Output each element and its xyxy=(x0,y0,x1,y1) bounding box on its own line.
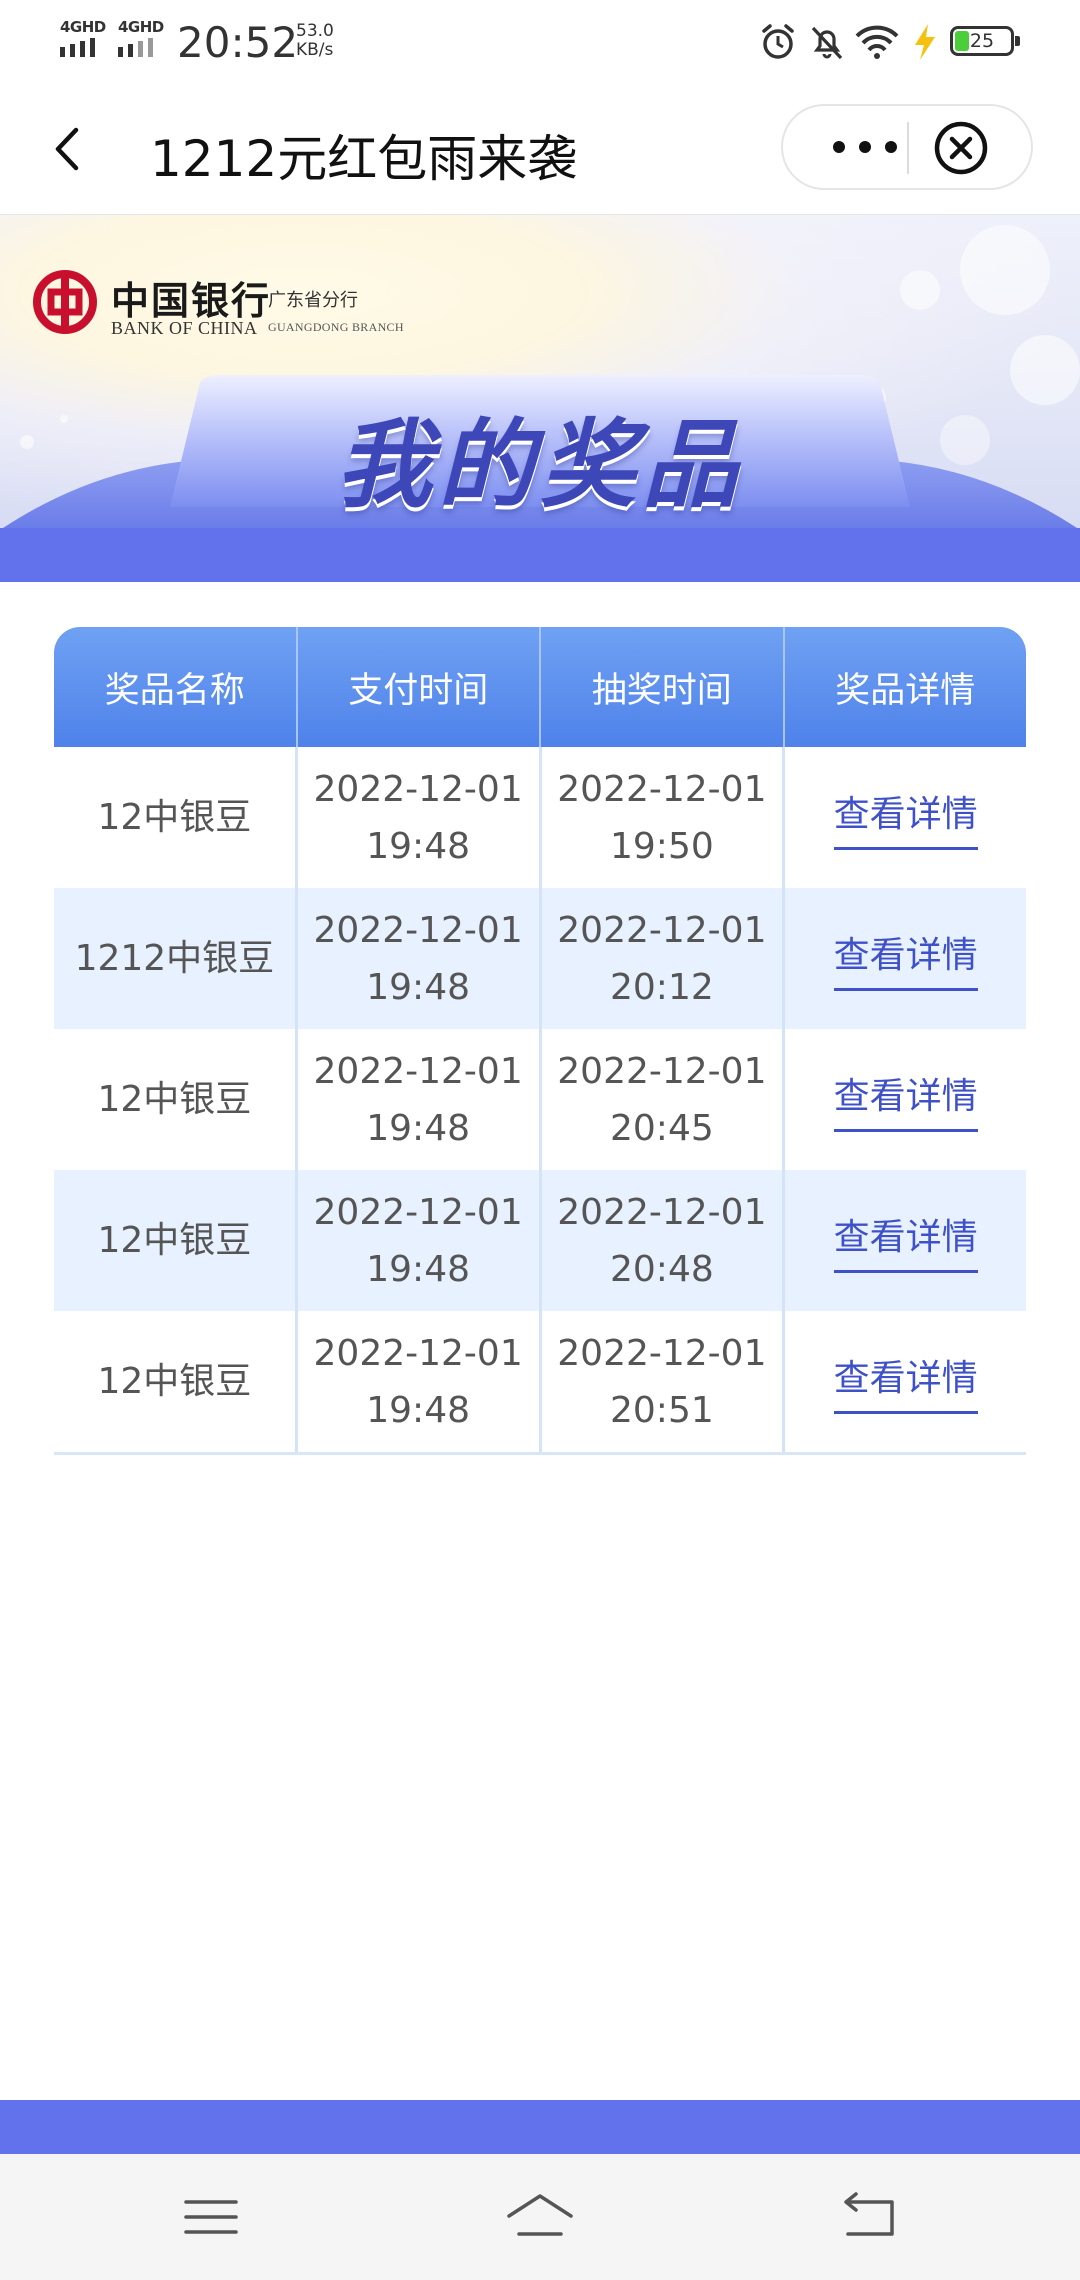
pay-date: 2022-12-01 xyxy=(313,909,523,951)
bank-name-en: BANK OF CHINA xyxy=(111,318,258,338)
detail-cell: 查看详情 xyxy=(785,747,1026,888)
pay-time: 2022-12-01 19:48 xyxy=(298,1170,542,1311)
table-row: 12中银豆 2022-12-01 19:48 2022-12-01 20:45 … xyxy=(54,1029,1026,1170)
header-prize-detail: 奖品详情 xyxy=(835,670,976,711)
signal-bars-icon xyxy=(60,38,95,57)
bank-of-china-logo: 中国银行 BANK OF CHINA 广东省分行 GUANGDONG BRANC… xyxy=(33,270,413,350)
more-dots-icon[interactable] xyxy=(825,132,905,162)
draw-date: 2022-12-01 xyxy=(557,768,767,810)
view-detail-link[interactable]: 查看详情 xyxy=(833,1068,978,1132)
nav-bar: 1212元红包雨来袭 xyxy=(0,86,1080,215)
header-prize-name: 奖品名称 xyxy=(54,627,298,747)
pay-time: 2022-12-01 19:48 xyxy=(298,1029,542,1170)
speed-unit: KB/s xyxy=(296,40,334,60)
draw-time: 2022-12-01 20:48 xyxy=(542,1170,786,1311)
network-type-1: 4GHD xyxy=(60,18,106,36)
back-arrow-icon[interactable] xyxy=(834,2182,904,2252)
network-type-2: 4GHD xyxy=(118,18,164,36)
table-row: 1212中银豆 2022-12-01 19:48 2022-12-01 20:1… xyxy=(54,888,1026,1029)
table-header: 奖品名称 支付时间 抽奖时间 奖品详情 xyxy=(54,627,1026,747)
draw-date: 2022-12-01 xyxy=(557,1332,767,1374)
view-detail-link[interactable]: 查看详情 xyxy=(833,1209,978,1273)
pay-date: 2022-12-01 xyxy=(313,768,523,810)
pay-clock: 19:48 xyxy=(366,966,470,1008)
pay-clock: 19:48 xyxy=(366,1389,470,1431)
mute-bell-icon xyxy=(811,26,843,60)
draw-time: 2022-12-01 20:12 xyxy=(542,888,786,1029)
draw-date: 2022-12-01 xyxy=(557,1191,767,1233)
home-icon[interactable] xyxy=(505,2182,575,2252)
pay-clock: 19:48 xyxy=(366,825,470,867)
system-nav-bar xyxy=(0,2154,1080,2280)
battery-icon: 25 xyxy=(950,26,1020,56)
draw-clock: 20:45 xyxy=(610,1107,714,1149)
accent-band-bottom xyxy=(0,2100,1080,2154)
detail-cell: 查看详情 xyxy=(785,888,1026,1029)
speed-value: 53.0 xyxy=(296,21,334,41)
banner-title: 我的奖品 xyxy=(336,409,744,521)
draw-clock: 20:48 xyxy=(610,1248,714,1290)
prize-table: 奖品名称 支付时间 抽奖时间 奖品详情 12中银豆 2022-12-01 19:… xyxy=(54,627,1026,1455)
prize-banner: 中国银行 BANK OF CHINA 广东省分行 GUANGDONG BRANC… xyxy=(0,215,1080,528)
bank-name-cn: 中国银行 xyxy=(111,278,272,323)
back-chevron-icon[interactable] xyxy=(40,116,100,182)
close-circle-icon[interactable] xyxy=(933,120,989,176)
boc-emblem-icon xyxy=(33,270,97,334)
pay-date: 2022-12-01 xyxy=(313,1332,523,1374)
draw-time: 2022-12-01 20:45 xyxy=(542,1029,786,1170)
pay-time: 2022-12-01 19:48 xyxy=(298,747,542,888)
pay-clock: 19:48 xyxy=(366,1248,470,1290)
view-detail-link[interactable]: 查看详情 xyxy=(833,1350,978,1414)
wifi-icon xyxy=(855,25,899,59)
draw-clock: 20:51 xyxy=(610,1389,714,1431)
page-title: 1212元红包雨来袭 xyxy=(150,130,578,188)
alarm-icon xyxy=(762,24,794,59)
draw-time: 2022-12-01 19:50 xyxy=(542,747,786,888)
prize-name: 1212中银豆 xyxy=(54,888,298,1029)
detail-cell: 查看详情 xyxy=(785,1311,1026,1452)
pay-date: 2022-12-01 xyxy=(313,1050,523,1092)
menu-icon[interactable] xyxy=(176,2182,246,2252)
table-row: 12中银豆 2022-12-01 19:48 2022-12-01 20:48 … xyxy=(54,1170,1026,1311)
header-draw-time: 抽奖时间 xyxy=(541,627,785,747)
accent-band-top xyxy=(0,528,1080,582)
draw-date: 2022-12-01 xyxy=(557,1050,767,1092)
clock: 20:52 xyxy=(177,18,299,67)
header-pay-time: 支付时间 xyxy=(298,627,541,747)
pay-clock: 19:48 xyxy=(366,1107,470,1149)
draw-time: 2022-12-01 20:51 xyxy=(542,1311,786,1452)
mini-program-capsule xyxy=(781,104,1033,190)
battery-level: 25 xyxy=(969,30,995,52)
draw-date: 2022-12-01 xyxy=(557,909,767,951)
view-detail-link[interactable]: 查看详情 xyxy=(833,786,978,850)
prize-name: 12中银豆 xyxy=(54,747,298,888)
prize-name: 12中银豆 xyxy=(54,1029,298,1170)
status-bar: 4GHD 4GHD 20:52 53.0 KB/s 25 xyxy=(0,0,1080,86)
charging-bolt-icon xyxy=(915,24,935,60)
detail-cell: 查看详情 xyxy=(785,1029,1026,1170)
pay-time: 2022-12-01 19:48 xyxy=(298,1311,542,1452)
table-row: 12中银豆 2022-12-01 19:48 2022-12-01 20:51 … xyxy=(54,1311,1026,1455)
network-speed: 53.0 KB/s xyxy=(296,22,334,60)
draw-clock: 20:12 xyxy=(610,966,714,1008)
prize-name: 12中银豆 xyxy=(54,1170,298,1311)
draw-clock: 19:50 xyxy=(610,825,714,867)
view-detail-link[interactable]: 查看详情 xyxy=(833,927,978,991)
prize-name: 12中银豆 xyxy=(54,1311,298,1452)
signal-bars-icon xyxy=(118,38,153,57)
pay-time: 2022-12-01 19:48 xyxy=(298,888,542,1029)
capsule-divider xyxy=(907,122,909,174)
branch-name-cn: 广东省分行 xyxy=(268,290,358,311)
branch-name-en: GUANGDONG BRANCH xyxy=(268,320,404,334)
pay-date: 2022-12-01 xyxy=(313,1191,523,1233)
table-row: 12中银豆 2022-12-01 19:48 2022-12-01 19:50 … xyxy=(54,747,1026,888)
detail-cell: 查看详情 xyxy=(785,1170,1026,1311)
